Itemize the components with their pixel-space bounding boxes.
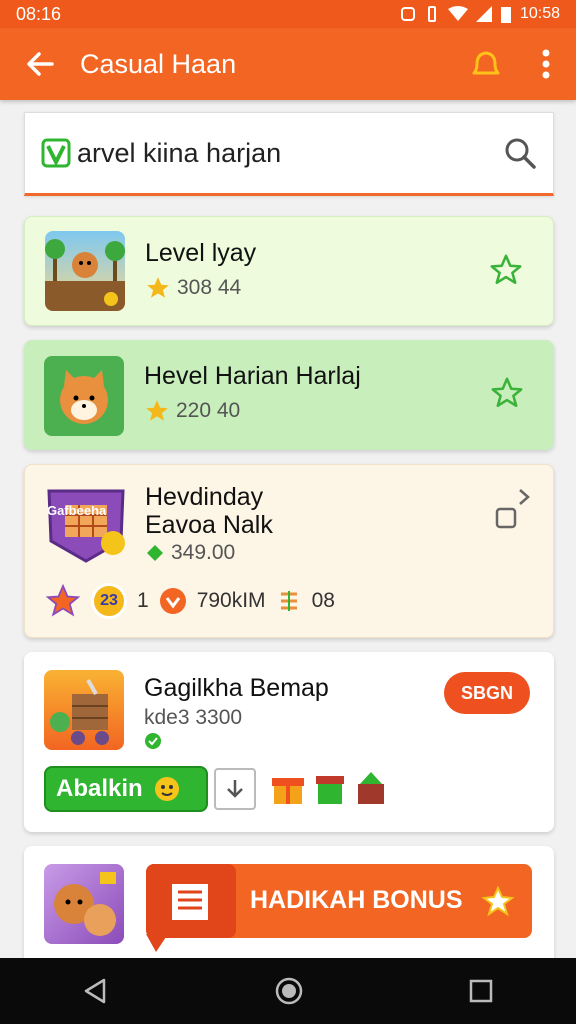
card-stats-row: 23 1 790kIM 08 [45,583,335,619]
list-item[interactable]: Gafbeeha Hevdinday Eavoa Nalk 349.00 23 … [24,464,554,638]
event-badge-label: Gafbeeha [47,503,107,518]
card-score: 220 40 [144,398,240,424]
more-vert-icon [542,49,550,79]
bonus-banner[interactable]: HADIKAH BONUS [146,864,532,952]
action-button[interactable]: SBGN [444,672,530,714]
nav-recents-icon[interactable] [468,978,494,1004]
bell-icon [472,51,500,75]
battery-icon [500,7,511,23]
chevron-right-icon[interactable] [517,487,531,507]
search-box[interactable]: arvel kiina harjan [24,112,554,196]
number-badge: 23 [91,583,127,619]
star-badge-icon [45,583,81,617]
distance-value: 790kIM [196,589,266,612]
search-input[interactable]: arvel kiina harjan [77,138,503,169]
game-thumbnail [45,231,125,311]
list-item[interactable]: Gagilkha Bemap kde3 3300 SBGN Abalkin [24,652,554,832]
status-time: 08:16 [16,3,62,24]
count-value: 1 [137,589,149,612]
price-value: 349.00 [171,541,236,564]
back-button[interactable] [0,48,80,80]
card-title: Level lyay [145,239,257,267]
signal-icon [475,6,492,22]
list-item[interactable]: HADIKAH BONUS [24,846,554,958]
system-nav-bar [0,958,576,1024]
smile-icon [154,777,179,801]
install-label: Abalkin [56,775,143,802]
game-thumbnail [44,356,124,436]
star-outline-icon[interactable] [489,253,523,287]
wifi-icon [447,6,468,21]
card-title-line2: Eavoa Nalk [145,511,273,539]
gift-icon [358,772,384,804]
notifications-button[interactable] [456,46,516,82]
app-bar: Casual Haan [0,28,576,100]
nav-home-icon[interactable] [274,976,304,1006]
checkbox-icon[interactable] [495,507,517,529]
download-icon [227,780,243,798]
verified-icon [145,733,161,749]
card-score: 308 44 [145,275,241,301]
game-thumbnail [44,864,124,944]
status-clock: 10:58 [519,5,560,22]
star-icon [147,277,169,298]
score-value: 308 44 [177,276,242,299]
download-button[interactable] [214,768,256,810]
star-outline-icon[interactable] [490,376,524,410]
search-icon[interactable] [503,136,537,170]
nav-back-icon[interactable] [82,977,110,1005]
heart-icon [159,588,186,614]
card-title-line1: Hevdinday [145,483,264,511]
card-sub: kde3 3300 [144,706,243,729]
list-item[interactable]: Hevel Harian Harlaj 220 40 [24,340,554,450]
card-price: 349.00 [145,541,235,565]
more-options-button[interactable] [516,49,576,79]
game-thumbnail [44,670,124,750]
page-title: Casual Haan [80,48,237,79]
list-item[interactable]: Level lyay 308 44 [24,216,554,326]
star-icon [146,400,168,421]
card-title: Hevel Harian Harlaj [144,362,361,390]
extra-value: 08 [311,589,335,612]
score-value: 220 40 [176,399,241,422]
bonus-banner-label: HADIKAH BONUS [250,886,463,914]
notification-icon [400,7,415,21]
gem-icon [147,545,163,561]
vibrate-icon [427,6,436,22]
status-bar: 08:16 10:58 [0,0,576,28]
gift-icon [316,776,344,804]
gift-icon [272,778,304,804]
event-badge: Gafbeeha [41,481,131,565]
install-button[interactable]: Abalkin [44,766,208,812]
back-arrow-icon [27,52,54,76]
gift-icon [280,591,297,611]
brand-v-icon [41,138,71,168]
status-icons: 10:58 [400,5,560,23]
card-title: Gagilkha Bemap [144,674,329,702]
